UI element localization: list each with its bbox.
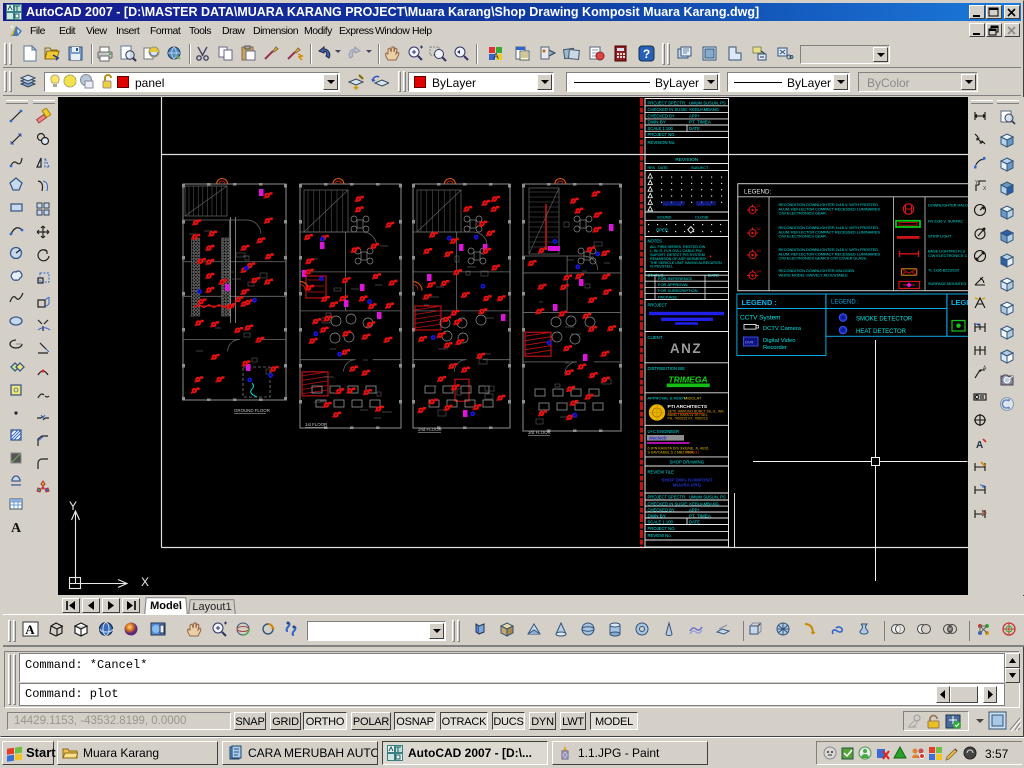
svg-text:C/W ELECTRONICS C: C/W ELECTRONICS C [928, 254, 967, 258]
svg-text:SCALE 1:100: SCALE 1:100 [648, 519, 674, 524]
svg-text:TRIMEGA: TRIMEGA [668, 375, 707, 385]
svg-text:PROJECT SPECTR.: PROJECT SPECTR. [648, 100, 687, 105]
svg-text:S2: S2 [757, 227, 761, 231]
svg-text:1st FLOOR: 1st FLOOR [305, 422, 327, 427]
svg-text:S3: S3 [757, 249, 761, 253]
svg-text:CHECKED IN SUSIE: KEBUAMBANG: CHECKED IN SUSIE: KEBUAMBANG [648, 501, 719, 506]
svg-text:PROJECT NO.: PROJECT NO. [648, 526, 676, 531]
svg-text:X: X [141, 575, 149, 589]
svg-text:REVIEW TILE: REVIEW TILE [648, 469, 675, 474]
svg-text:A: A [493, 52, 499, 61]
svg-text:LEGEND :: LEGEND : [742, 298, 777, 307]
svg-text:LEGE: LEGE [951, 298, 968, 307]
svg-text:DATE: DATE [658, 166, 668, 170]
svg-text:REVIEW No.: REVIEW No. [648, 533, 672, 538]
svg-text:CLOSE: CLOSE [695, 214, 709, 219]
svg-text:BASE LIGHTING FLU: BASE LIGHTING FLU [928, 250, 966, 254]
svg-text:?: ? [643, 47, 650, 61]
svg-text:SOUND: SOUND [657, 214, 672, 219]
svg-text:CHECKED IN SUSIE: KEBUAMBANG: CHECKED IN SUSIE: KEBUAMBANG [648, 107, 719, 112]
svg-text:TL 1x36 BZ23/220: TL 1x36 BZ23/220 [928, 269, 959, 273]
svg-text:3rd FLOOR: 3rd FLOOR [528, 430, 551, 435]
svg-text:MUARA KRG: MUARA KRG [673, 483, 702, 488]
svg-text:PH. 7650215 FX. 7650216: PH. 7650215 FX. 7650216 [668, 417, 708, 421]
svg-text:WHITE MODEL SWIVELY ADJUSTABLE: WHITE MODEL SWIVELY ADJUSTABLE [779, 273, 849, 277]
svg-text:DISTRIBUTION B/E: DISTRIBUTION B/E [648, 366, 686, 371]
svg-text:2nd FLOOR: 2nd FLOOR [418, 427, 442, 432]
svg-text:HEAT DETECTOR: HEAT DETECTOR [856, 329, 907, 335]
svg-text:CHECKED BY: CHECKED BY [648, 113, 675, 118]
svg-text:SHOP DRAWING: SHOP DRAWING [669, 459, 704, 464]
svg-text:UMUM SUSUN, PS: UMUM SUSUN, PS [689, 494, 726, 499]
svg-text:RFA: RFA [648, 166, 656, 170]
svg-text:FOR REFERENCE: FOR REFERENCE [658, 276, 693, 281]
svg-text:Mectech: Mectech [649, 436, 667, 441]
svg-text:LEGEND :: LEGEND : [831, 300, 859, 306]
svg-text:LEGEND:: LEGEND: [744, 189, 771, 196]
svg-text:PACKAGE: PACKAGE [658, 294, 677, 299]
svg-text:OPER.: OPER. [656, 228, 669, 233]
svg-text:PROJECT: PROJECT [648, 303, 668, 308]
svg-text:NOTES: NOTES [648, 238, 663, 243]
svg-text:PT. TIMEA: PT. TIMEA [689, 120, 712, 125]
svg-text:REVISION: REVISION [675, 157, 698, 163]
svg-text:IS PEVSTELL: IS PEVSTELL [650, 265, 673, 269]
svg-text:STRIP LIGHT: STRIP LIGHT [928, 235, 952, 239]
svg-text:SMOKE DETECTOR: SMOKE DETECTOR [856, 317, 913, 323]
svg-text:PROJECT NO.: PROJECT NO. [648, 132, 676, 137]
svg-text:CLIENT: CLIENT [648, 335, 663, 340]
svg-text:FOR SUBSCRIPTION: FOR SUBSCRIPTION [658, 288, 698, 293]
svg-text:Y: Y [69, 499, 77, 513]
svg-text:APP+: APP+ [689, 113, 700, 118]
svg-text:AL 40/31: AL 40/31 [685, 451, 699, 455]
svg-text:ANZ: ANZ [670, 341, 702, 356]
svg-text:A: A [983, 366, 987, 372]
svg-text:A: A [976, 440, 983, 451]
svg-text:S1: S1 [757, 204, 761, 208]
svg-text:FOR APPROVAL: FOR APPROVAL [658, 282, 689, 287]
svg-text:C/W ELECTRONICS GEAR.: C/W ELECTRONICS GEAR. [779, 212, 827, 216]
svg-text:DVR: DVR [745, 340, 754, 345]
svg-text:Recorder: Recorder [763, 345, 787, 351]
svg-text:A: A [25, 622, 35, 637]
svg-text:FN 2x36 V. SURFAC: FN 2x36 V. SURFAC [928, 220, 963, 224]
svg-text:GROUND FLOOR: GROUND FLOOR [234, 408, 270, 413]
svg-text:C/W ELECTRONICS GEAR S C/W COV: C/W ELECTRONICS GEAR S C/W COVER GLASS. [779, 257, 868, 261]
svg-text:SURFACE MOUNTED: SURFACE MOUNTED [928, 282, 966, 286]
svg-text:UMUM SUSUN, PS: UMUM SUSUN, PS [689, 100, 726, 105]
svg-text:U+C ENGINEER: U+C ENGINEER [648, 429, 680, 434]
svg-text:DATE: DATE [708, 273, 719, 278]
svg-text:MIDCLAT: MIDCLAT [684, 396, 702, 401]
svg-text:PROJECT SPECTR.: PROJECT SPECTR. [648, 494, 687, 499]
svg-text:SUBJECT: SUBJECT [691, 166, 709, 170]
svg-text:REVISION No.: REVISION No. [648, 140, 676, 145]
svg-text:APPROVAL & MODY/: APPROVAL & MODY/ [648, 396, 688, 401]
svg-text:S4: S4 [757, 270, 761, 274]
svg-text:C/W ELECTRONICS GEAR.: C/W ELECTRONICS GEAR. [779, 235, 827, 239]
svg-text:A: A [11, 521, 22, 535]
svg-text:CCTV System: CCTV System [740, 315, 780, 322]
svg-text:X: X [983, 186, 987, 192]
svg-text:SCALE 1:100: SCALE 1:100 [648, 126, 674, 131]
svg-text:DATE: DATE [689, 126, 700, 131]
svg-text:DWN BY: DWN BY [648, 120, 666, 125]
svg-text:DATE: DATE [689, 519, 700, 524]
svg-text:DCTV Camera: DCTV Camera [763, 326, 802, 332]
svg-text:DOWNLIGHTER HALO: DOWNLIGHTER HALO [928, 204, 968, 208]
svg-text:Digital Video: Digital Video [763, 338, 795, 344]
